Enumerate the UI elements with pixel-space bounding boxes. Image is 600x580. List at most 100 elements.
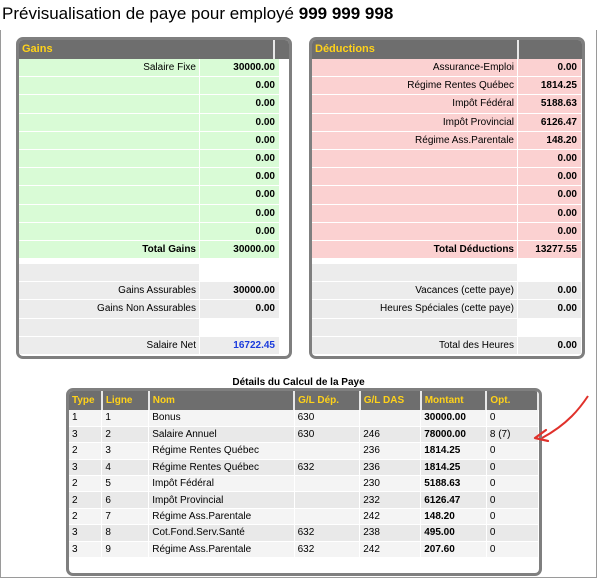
- cell-opt: 0: [486, 459, 539, 477]
- deductions-line-label: [312, 222, 517, 241]
- column-header-gl-das: G/L DAS: [359, 391, 422, 410]
- cell-amount: 1814.25: [420, 442, 487, 460]
- gains-line-row: 0.00: [19, 168, 289, 187]
- deductions-special-hours-label: Heures Spéciales (cette paye): [312, 300, 517, 319]
- deductions-special-hours-row: Heures Spéciales (cette paye) 0.00: [312, 300, 582, 319]
- gains-line-label: [19, 186, 199, 205]
- cell-gl-dep: [294, 442, 361, 460]
- gains-non-insurable-value: 0.00: [199, 300, 279, 319]
- gains-header: Gains: [19, 40, 289, 59]
- column-header-line: Ligne: [101, 391, 150, 410]
- deductions-line-value: 0.00: [517, 222, 581, 241]
- cell-type: 2: [69, 491, 103, 509]
- cell-line: 9: [101, 541, 150, 559]
- page-title-text: Prévisualisation de paye pour employé: [2, 4, 295, 23]
- deductions-header-title: Déductions: [312, 40, 519, 59]
- gains-total-label: Total Gains: [19, 240, 199, 260]
- deductions-line-label: [312, 149, 517, 169]
- deductions-hours-total-label: Total des Heures: [312, 336, 517, 355]
- deductions-line-row: Assurance-Emploi 0.00: [312, 59, 582, 78]
- deductions-line-row: 0.00: [312, 149, 582, 169]
- page-title: Prévisualisation de paye pour employé 99…: [2, 4, 393, 24]
- gains-line-row: Salaire Fixe 30000.00: [19, 59, 289, 78]
- table-row: 2 5 Impôt Fédéral 230 5188.63 0: [69, 475, 539, 493]
- cell-gl-dep: 632: [294, 524, 361, 542]
- deductions-spacer-2: [312, 318, 582, 337]
- gains-line-row: 0.00: [19, 77, 289, 96]
- details-table-panel: Type Ligne Nom G/L Dép. G/L DAS Montant Opt. 1…: [66, 388, 542, 576]
- table-row: 3 4 Régime Rentes Québec 632 236 1814.25 0: [69, 459, 539, 477]
- cell-line: 5: [101, 475, 150, 493]
- gains-insurable-value: 30000.00: [199, 282, 279, 301]
- gains-line-value: 0.00: [199, 149, 279, 169]
- deductions-total-label: Total Déductions: [312, 240, 517, 260]
- cell-gl-dep: 630: [294, 410, 361, 427]
- deductions-line-row: 0.00: [312, 204, 582, 223]
- cell-gl-dep: 632: [294, 541, 361, 559]
- gains-spacer-1: [19, 264, 289, 283]
- deductions-line-row: 0.00: [312, 222, 582, 241]
- gains-line-row: 0.00: [19, 113, 289, 132]
- gains-panel: Gains Salaire Fixe 30000.00 0.00 0.00 0.00 0.…: [16, 37, 292, 359]
- details-table: Type Ligne Nom G/L Dép. G/L DAS Montant Opt. 1…: [69, 391, 539, 559]
- column-header-name: Nom: [148, 391, 296, 410]
- gains-insurable-label: Gains Assurables: [19, 282, 199, 301]
- gains-line-label: [19, 113, 199, 132]
- cell-amount: 6126.47: [420, 491, 487, 509]
- cell-type: 3: [69, 426, 103, 444]
- cell-type: 3: [69, 459, 103, 477]
- table-row: 2 7 Régime Ass.Parentale 242 148.20 0: [69, 508, 539, 526]
- cell-gl-das: 242: [359, 541, 422, 559]
- details-title: Détails du Calcul de la Paye: [232, 377, 365, 388]
- cell-line: 6: [101, 491, 150, 509]
- cell-gl-das: 236: [359, 459, 422, 477]
- cell-gl-dep: 630: [294, 426, 361, 444]
- deductions-line-value: 0.00: [517, 168, 581, 187]
- gains-line-label: [19, 204, 199, 223]
- annotation-arrow-icon: [533, 395, 589, 442]
- column-header-type: Type: [69, 391, 103, 410]
- deductions-hours-total-value: 0.00: [517, 336, 581, 355]
- deductions-line-row: Impôt Provincial 6126.47: [312, 113, 582, 132]
- table-row: 2 6 Impôt Provincial 232 6126.47 0: [69, 491, 539, 509]
- gains-net-row: Salaire Net 16722.45: [19, 336, 289, 355]
- gains-line-row: 0.00: [19, 149, 289, 169]
- cell-amount: 1814.25: [420, 459, 487, 477]
- cell-line: 8: [101, 524, 150, 542]
- deductions-spacer-1: [312, 264, 582, 283]
- cell-gl-das: 238: [359, 524, 422, 542]
- cell-name: Régime Rentes Québec: [148, 459, 295, 477]
- cell-gl-dep: 632: [294, 459, 361, 477]
- cell-opt: 0: [486, 541, 539, 559]
- deductions-line-label: Régime Rentes Québec: [312, 77, 517, 96]
- gains-total-value: 30000.00: [199, 240, 279, 260]
- gains-line-label: Salaire Fixe: [19, 59, 199, 78]
- column-header-gl-dep: G/L Dép.: [294, 391, 361, 410]
- cell-gl-dep: [294, 475, 361, 493]
- cell-line: 2: [101, 426, 150, 444]
- deductions-line-label: [312, 204, 517, 223]
- cell-amount: 495.00: [420, 524, 487, 542]
- gains-spacer-2: [19, 318, 289, 337]
- deductions-line-value: 0.00: [517, 186, 581, 205]
- cell-gl-dep: [294, 508, 361, 526]
- gains-total-row: Total Gains 30000.00: [19, 240, 289, 260]
- deductions-line-value: 6126.47: [517, 113, 581, 132]
- gains-line-value: 0.00: [199, 186, 279, 205]
- deductions-line-value: 148.20: [517, 131, 581, 150]
- gains-line-label: [19, 222, 199, 241]
- cell-amount: 78000.00: [420, 426, 487, 444]
- cell-opt: 0: [486, 524, 539, 542]
- details-body: 1 1 Bonus 630 30000.00 0 3 2 Salaire Annuel 630 24…: [69, 410, 539, 559]
- gains-line-row: 0.00: [19, 186, 289, 205]
- gains-line-label: [19, 95, 199, 114]
- cell-opt: 0: [486, 442, 539, 460]
- cell-line: 1: [101, 410, 150, 427]
- gains-line-row: 0.00: [19, 95, 289, 114]
- deductions-line-row: Régime Ass.Parentale 148.20: [312, 131, 582, 150]
- cell-name: Impôt Fédéral: [148, 475, 295, 493]
- gains-line-row: 0.00: [19, 204, 289, 223]
- gains-line-value: 0.00: [199, 95, 279, 114]
- deductions-line-value: 5188.63: [517, 95, 581, 114]
- cell-name: Régime Rentes Québec: [148, 442, 295, 460]
